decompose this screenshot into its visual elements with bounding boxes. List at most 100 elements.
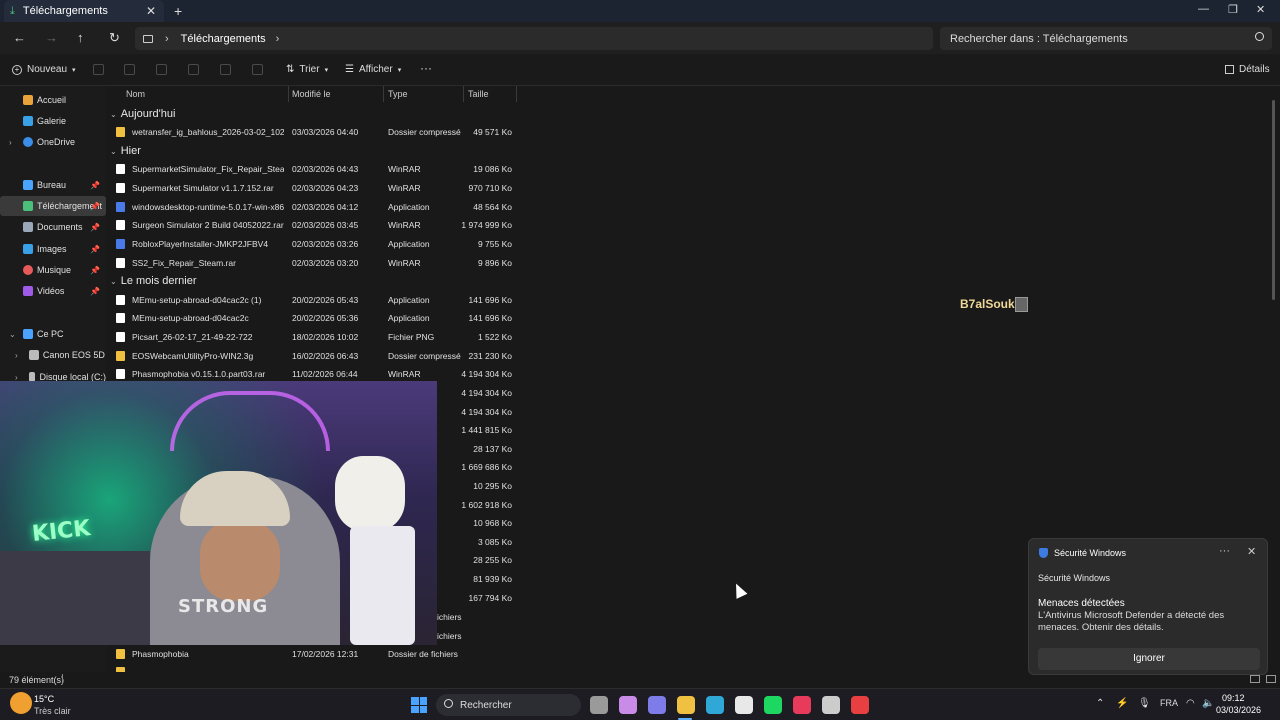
sidebar-item-canon[interactable]: › Canon EOS 5D Ma: [0, 345, 106, 365]
minimize-button[interactable]: —: [1198, 3, 1209, 15]
obs-icon[interactable]: [822, 696, 840, 714]
details-view-icon[interactable]: [1250, 675, 1260, 683]
up-button[interactable]: ↑: [77, 30, 84, 45]
column-header-name[interactable]: Nom: [126, 89, 145, 99]
cut-icon[interactable]: [93, 64, 104, 75]
column-header-size[interactable]: Taille: [468, 89, 489, 99]
task-view-icon[interactable]: [590, 696, 608, 714]
chevron-right-icon[interactable]: ›: [9, 138, 12, 147]
sidebar-item-bureau[interactable]: Bureau 📌: [0, 175, 106, 195]
toast-close-button[interactable]: ✕: [1247, 545, 1256, 558]
weather-condition[interactable]: Très clair: [34, 706, 71, 716]
table-row[interactable]: wetransfer_ig_bahlous_2026-03-02_1027 03/…: [116, 123, 520, 141]
game-icon[interactable]: [851, 696, 869, 714]
discord-icon[interactable]: [648, 696, 666, 714]
clock-date[interactable]: 03/03/2026: [1216, 705, 1261, 715]
tab-telechargements[interactable]: ⤓ Téléchargements ✕: [4, 0, 164, 22]
search-icon: [1255, 32, 1264, 41]
chevron-right-icon[interactable]: ›: [15, 351, 18, 360]
table-row[interactable]: Surgeon Simulator 2 Build 04052022.rar 02…: [116, 216, 520, 234]
adobe-icon[interactable]: [793, 696, 811, 714]
search-input[interactable]: Rechercher dans : Téléchargements: [940, 27, 1272, 50]
ignore-button[interactable]: Ignorer: [1038, 648, 1260, 670]
language-indicator[interactable]: FRA: [1160, 698, 1178, 708]
copy-icon[interactable]: [124, 64, 135, 75]
toast-body[interactable]: L'Antivirus Microsoft Defender a détecté…: [1038, 610, 1260, 634]
copilot-icon[interactable]: [619, 696, 637, 714]
sidebar-item-videos[interactable]: Vidéos 📌: [0, 281, 106, 301]
clock-time[interactable]: 09:12: [1222, 693, 1245, 703]
table-row[interactable]: SupermarketSimulator_Fix_Repair_Steam...…: [116, 160, 520, 178]
table-row[interactable]: Phasmophobia 17/02/2026 12:31 Dossier de…: [116, 645, 520, 663]
pin-icon[interactable]: 📌: [90, 223, 100, 232]
table-row[interactable]: Supermarket Simulator v1.1.7.152.rar 02/0…: [116, 179, 520, 197]
edge-icon[interactable]: [706, 696, 724, 714]
sidebar-item-telechargements[interactable]: Téléchargement 📌: [0, 196, 106, 216]
address-bar[interactable]: › Téléchargements ›: [135, 27, 933, 50]
column-header-modified[interactable]: Modifié le: [292, 89, 331, 99]
column-header-type[interactable]: Type: [388, 89, 408, 99]
sidebar-item-galerie[interactable]: Galerie: [0, 111, 106, 131]
forward-button[interactable]: →: [45, 30, 58, 45]
refresh-button[interactable]: ↻: [109, 30, 120, 46]
back-button[interactable]: ←: [13, 30, 26, 45]
table-row[interactable]: EOSWebcamUtilityPro-WIN2.3g 16/02/2026 06…: [116, 347, 520, 365]
tiles-view-icon[interactable]: [1266, 675, 1276, 683]
chevron-up-icon[interactable]: ⌃: [1096, 698, 1104, 709]
sidebar-item-images[interactable]: Images 📌: [0, 239, 106, 259]
toast-more-button[interactable]: ···: [1219, 545, 1230, 557]
pin-icon[interactable]: 📌: [90, 287, 100, 296]
taskbar-search[interactable]: Rechercher: [436, 694, 581, 716]
file-explorer-icon[interactable]: [677, 696, 695, 714]
pin-icon[interactable]: 📌: [90, 245, 100, 254]
group-header-last-month[interactable]: ⌄ Le mois dernier: [110, 275, 197, 287]
close-button[interactable]: ✕: [1256, 3, 1265, 16]
microphone-icon[interactable]: 🎙: [1138, 698, 1151, 709]
maximize-button[interactable]: ❐: [1228, 3, 1238, 16]
column-separator[interactable]: [463, 86, 464, 102]
paste-icon[interactable]: [156, 64, 167, 75]
store-icon[interactable]: [735, 696, 753, 714]
volume-icon[interactable]: 🔈: [1202, 698, 1214, 709]
view-button[interactable]: ☰ Afficher ▾: [345, 64, 401, 75]
new-button[interactable]: + Nouveau ▾: [12, 64, 76, 75]
column-separator[interactable]: [383, 86, 384, 102]
table-row[interactable]: [116, 663, 520, 672]
scrollbar[interactable]: [1272, 100, 1275, 300]
sidebar-item-musique[interactable]: Musique 📌: [0, 260, 106, 280]
group-header-yesterday[interactable]: ⌄ Hier: [110, 145, 141, 157]
group-header-today[interactable]: ⌄ Aujourd'hui: [110, 108, 175, 120]
pin-icon[interactable]: 📌: [90, 181, 100, 190]
table-row[interactable]: MEmu-setup-abroad-d04cac2c (1) 20/02/2026…: [116, 291, 520, 309]
weather-icon[interactable]: [10, 692, 32, 714]
breadcrumb[interactable]: Téléchargements: [181, 33, 266, 45]
spotify-icon[interactable]: [764, 696, 782, 714]
details-button[interactable]: Détails: [1225, 64, 1270, 75]
table-row[interactable]: RobloxPlayerInstaller-JMKP2JFBV4 02/03/20…: [116, 235, 520, 253]
column-separator[interactable]: [516, 86, 517, 102]
new-tab-button[interactable]: +: [174, 3, 182, 19]
network-icon[interactable]: ⚡: [1116, 698, 1128, 709]
start-button[interactable]: [411, 697, 427, 713]
share-icon[interactable]: [220, 64, 231, 75]
sort-button[interactable]: ⇅ Trier ▾: [286, 64, 328, 75]
column-separator[interactable]: [288, 86, 289, 102]
table-row[interactable]: Picsart_26-02-17_21-49-22-722 18/02/2026 …: [116, 328, 520, 346]
wifi-icon[interactable]: ◠: [1186, 698, 1195, 709]
table-row[interactable]: SS2_Fix_Repair_Steam.rar 02/03/2026 03:20…: [116, 254, 520, 272]
chevron-right-icon[interactable]: ›: [276, 33, 280, 45]
sidebar-item-onedrive[interactable]: › OneDrive: [0, 132, 106, 152]
table-row[interactable]: windowsdesktop-runtime-5.0.17-win-x86 02/…: [116, 198, 520, 216]
sidebar-item-documents[interactable]: Documents 📌: [0, 217, 106, 237]
more-options-button[interactable]: ···: [420, 61, 432, 75]
delete-icon[interactable]: [252, 64, 263, 75]
sidebar-item-ce-pc[interactable]: ⌄ Ce PC: [0, 324, 106, 344]
sidebar-item-accueil[interactable]: Accueil: [0, 90, 106, 110]
pin-icon[interactable]: 📌: [90, 202, 100, 211]
weather-temp[interactable]: 15°C: [34, 694, 54, 704]
chevron-down-icon[interactable]: ⌄: [9, 330, 16, 339]
pin-icon[interactable]: 📌: [90, 266, 100, 275]
table-row[interactable]: MEmu-setup-abroad-d04cac2c 20/02/2026 05:…: [116, 309, 520, 327]
tab-close-button[interactable]: ✕: [146, 4, 156, 18]
rename-icon[interactable]: [188, 64, 199, 75]
